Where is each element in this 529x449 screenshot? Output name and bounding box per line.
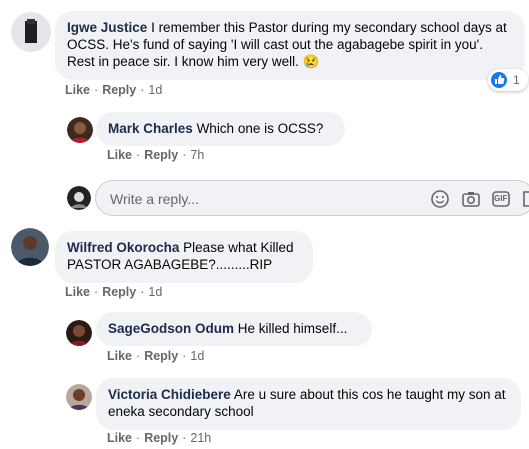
comment-text: Which one is OCSS?	[196, 121, 324, 136]
reply-link[interactable]: Reply	[102, 83, 136, 97]
reply-link[interactable]: Reply	[102, 285, 136, 299]
reply-link[interactable]: Reply	[144, 148, 178, 162]
comment-bubble: Igwe Justice I remember this Pastor duri…	[55, 11, 525, 80]
emoji-icon[interactable]	[430, 189, 450, 209]
reply-link[interactable]: Reply	[144, 349, 178, 363]
like-link[interactable]: Like	[107, 148, 132, 162]
comment-bubble: Wilfred Okorocha Please what Killed PAST…	[55, 231, 313, 283]
avatar[interactable]	[67, 117, 93, 143]
current-user-avatar	[67, 186, 91, 210]
timestamp[interactable]: 7h	[190, 148, 204, 162]
gif-icon[interactable]: GIF	[491, 189, 511, 209]
comment-actions: Like · Reply · 21h	[107, 431, 212, 445]
reply-bubble: Victoria Chidiebere Are u sure about thi…	[96, 378, 521, 430]
comment-author[interactable]: Mark Charles	[108, 121, 193, 136]
like-link[interactable]: Like	[65, 83, 90, 97]
reply-box: GIF	[95, 180, 529, 217]
gif-label: GIF	[494, 194, 508, 203]
timestamp[interactable]: 1d	[190, 349, 204, 363]
comment-author[interactable]: SageGodson Odum	[108, 321, 234, 336]
comment-text: He killed himself...	[237, 321, 348, 336]
comment-author[interactable]: Wilfred Okorocha	[67, 240, 179, 255]
reply-link[interactable]: Reply	[144, 431, 178, 445]
avatar[interactable]	[66, 384, 92, 410]
comment-actions: Like · Reply · 7h	[107, 148, 205, 162]
comment-author[interactable]: Igwe Justice	[67, 20, 147, 35]
comment-actions: Like · Reply · 1d	[65, 285, 163, 299]
avatar[interactable]	[11, 12, 51, 52]
comment-actions: Like · Reply · 1d	[107, 349, 205, 363]
timestamp[interactable]: 1d	[148, 285, 162, 299]
sticker-icon[interactable]	[521, 189, 529, 209]
avatar[interactable]	[11, 228, 49, 266]
camera-icon[interactable]	[461, 189, 481, 209]
comment-author[interactable]: Victoria Chidiebere	[108, 387, 231, 402]
timestamp[interactable]: 21h	[190, 431, 211, 445]
reaction-count[interactable]: 1	[488, 69, 528, 91]
avatar[interactable]	[66, 320, 92, 346]
like-link[interactable]: Like	[65, 285, 90, 299]
reply-bubble: Mark Charles Which one is OCSS?	[96, 112, 345, 146]
comment-actions: Like · Reply · 1d	[65, 83, 163, 97]
like-link[interactable]: Like	[107, 431, 132, 445]
timestamp[interactable]: 1d	[148, 83, 162, 97]
reply-bubble: SageGodson Odum He killed himself...	[96, 312, 372, 346]
crying-face-emoji: 😢	[302, 54, 320, 69]
thumbs-up-icon	[491, 72, 507, 88]
reply-input[interactable]	[108, 181, 412, 217]
reaction-count-value: 1	[513, 73, 520, 87]
like-link[interactable]: Like	[107, 349, 132, 363]
